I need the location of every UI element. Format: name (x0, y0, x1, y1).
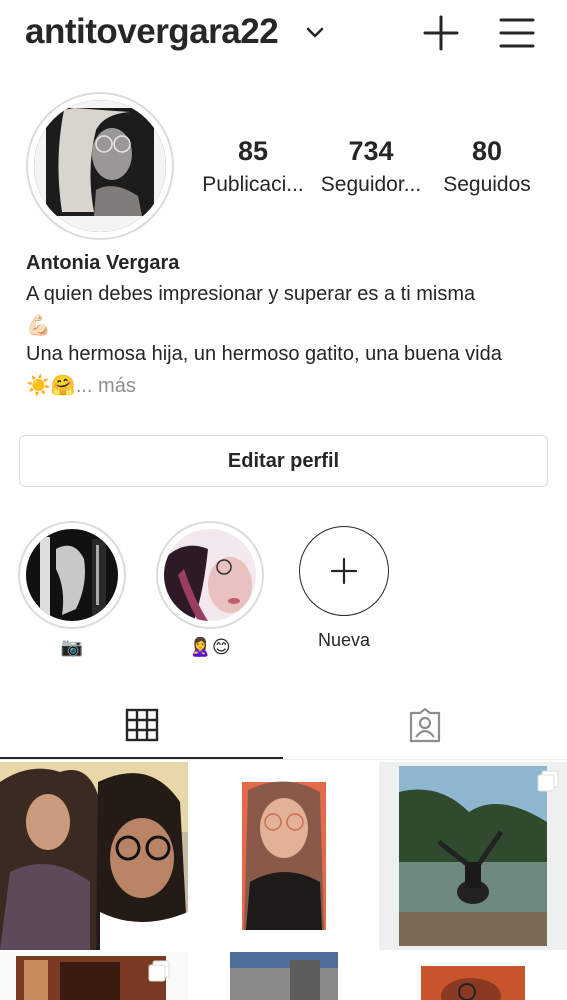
grid-post[interactable] (0, 762, 188, 950)
chevron-down-icon[interactable] (306, 27, 324, 39)
bio-emoji: ☀️🤗 (26, 375, 76, 397)
hamburger-menu-icon[interactable] (498, 16, 536, 50)
tab-grid[interactable] (0, 690, 283, 760)
bio-emoji: 💪🏻 (26, 315, 51, 337)
followers-count: 734 (348, 136, 394, 166)
profile-header: antitovergara22 (0, 0, 567, 68)
tagged-person-icon (409, 707, 440, 743)
more-link[interactable]: ... más (76, 375, 136, 397)
avatar[interactable] (34, 100, 166, 232)
grid-post[interactable] (379, 762, 567, 950)
following-count: 80 (471, 136, 503, 166)
bio-line: A quien debes impresionar y superar es a… (26, 283, 476, 305)
highlight-item[interactable]: 🙎‍♀️😊 (156, 521, 264, 658)
grid-icon (125, 708, 158, 742)
profile-tabs (0, 690, 567, 760)
active-tab-indicator (0, 757, 283, 759)
multiple-photos-icon (148, 960, 170, 982)
grid-post[interactable] (379, 952, 567, 1000)
bio-last-line: ☀️🤗... más (26, 373, 136, 398)
new-highlight-button[interactable] (299, 526, 389, 616)
grid-post[interactable] (0, 952, 188, 1000)
highlight-item[interactable]: 📷 (18, 521, 126, 658)
highlight-cover (164, 529, 256, 621)
bio-line: Una hermosa hija, un hermoso gatito, una… (26, 343, 502, 365)
new-highlight-label: Nueva (317, 630, 371, 650)
stat-followers[interactable]: 734 Seguidor... (316, 136, 426, 197)
edit-profile-button[interactable]: Editar perfil (19, 435, 548, 487)
highlight-ring (156, 521, 264, 629)
followers-label: Seguidor... (320, 173, 422, 196)
username-title[interactable]: antitovergara22 (25, 12, 279, 52)
profile-name: Antonia Vergara (26, 252, 180, 274)
posts-count: 85 (237, 136, 269, 166)
new-highlight-item[interactable]: Nueva (290, 521, 398, 651)
plus-icon (330, 557, 358, 585)
grid-post[interactable] (190, 952, 377, 1000)
plus-icon[interactable] (422, 14, 460, 52)
highlight-label: 📷 (60, 637, 84, 657)
tab-tagged[interactable] (283, 690, 566, 760)
posts-label: Publicaci... (202, 173, 304, 196)
following-label: Seguidos (443, 173, 531, 196)
grid-post[interactable] (190, 762, 377, 950)
highlight-cover (26, 529, 118, 621)
stat-following[interactable]: 80 Seguidos (436, 136, 538, 197)
highlight-ring (18, 521, 126, 629)
multiple-photos-icon (537, 770, 559, 792)
highlight-label: 🙎‍♀️😊 (189, 637, 231, 657)
stat-posts[interactable]: 85 Publicaci... (198, 136, 308, 197)
